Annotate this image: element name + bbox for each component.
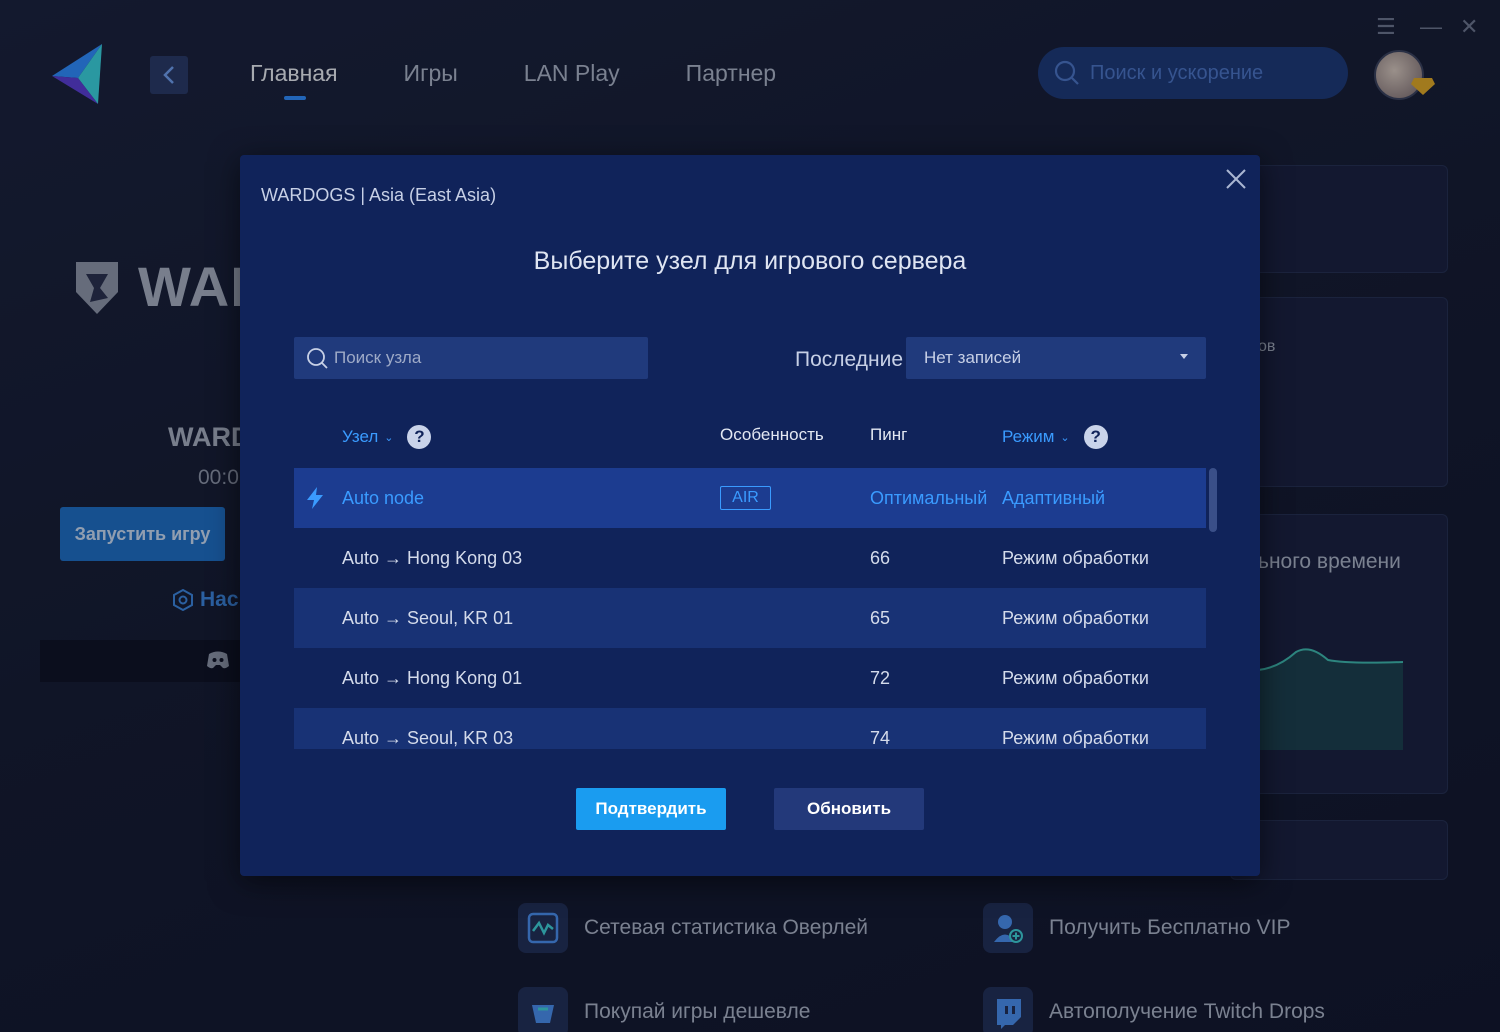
global-search-placeholder: Поиск и ускорение: [1090, 61, 1264, 84]
network-stats-glyph-icon: [527, 912, 559, 944]
chevron-left-icon: [163, 66, 174, 84]
close-icon[interactable]: [1224, 167, 1248, 191]
vip-diamond-icon: [1411, 78, 1435, 95]
feature-twitch-drops[interactable]: Автополучение Twitch Drops: [1049, 1000, 1325, 1024]
column-mode-label: Режим: [1002, 427, 1055, 446]
dialog-subtitle: WARDOGS | Asia (East Asia): [261, 185, 497, 205]
node-row[interactable]: Auto → Seoul, KR 01 65 Режим обработки: [294, 588, 1206, 648]
node-ping: 65: [870, 608, 891, 628]
game-shield-icon: [76, 262, 118, 314]
node-row[interactable]: Auto → Hong Kong 03 66 Режим обработки: [294, 528, 1206, 588]
realtime-label: ьного времени: [1258, 550, 1401, 573]
ping-graph: [1258, 648, 1404, 750]
refresh-button[interactable]: Обновить: [774, 788, 924, 830]
recent-label: Последние: [795, 348, 904, 371]
nav-partner[interactable]: Партнер: [686, 60, 776, 87]
chevron-down-icon: ⌄: [384, 431, 394, 444]
node-ping: 66: [870, 548, 891, 568]
node-name: Auto → Seoul, KR 03: [342, 728, 514, 748]
node-ping: 74: [870, 728, 891, 748]
minimize-icon[interactable]: —: [1420, 14, 1442, 40]
node-row[interactable]: Auto → Hong Kong 01 72 Режим обработки: [294, 648, 1206, 708]
nav-games[interactable]: Игры: [404, 60, 458, 87]
node-mode: Адаптивный: [1002, 488, 1106, 508]
hexagon-settings-icon: [173, 589, 193, 611]
mode-help-icon[interactable]: ?: [1083, 425, 1108, 449]
node-search-input[interactable]: [334, 348, 634, 368]
confirm-button[interactable]: Подтвердить: [576, 788, 726, 830]
search-icon: [1054, 60, 1079, 85]
shopping-glyph-icon: [532, 1005, 554, 1023]
global-search-input[interactable]: Поиск и ускорение: [1038, 47, 1348, 99]
column-mode-sort[interactable]: Режим ⌄ ?: [1002, 425, 1108, 449]
node-ping: Оптимальный: [870, 488, 988, 508]
nav-lan-play[interactable]: LAN Play: [524, 60, 620, 87]
game-logo-text: WAR: [138, 255, 240, 318]
user-add-icon: [994, 915, 1023, 943]
back-button[interactable]: [150, 56, 188, 94]
settings-label: Нас: [200, 588, 239, 611]
node-name: Auto → Hong Kong 03: [342, 548, 523, 568]
node-row[interactable]: Auto → Seoul, KR 03 74 Режим обработки: [294, 708, 1206, 749]
right-card-1: [1230, 165, 1448, 273]
menu-icon[interactable]: ☰: [1376, 14, 1396, 40]
right-card-partial-text: ов: [1258, 338, 1276, 355]
node-help-icon[interactable]: ?: [407, 425, 432, 449]
node-mode: Режим обработки: [1002, 668, 1149, 688]
lightning-icon: [307, 487, 323, 509]
node-ping: 72: [870, 668, 891, 688]
main-nav: Главная Игры LAN Play Партнер: [250, 60, 842, 100]
recent-select-value: Нет записей: [924, 348, 1022, 367]
launch-game-button[interactable]: Запустить игру: [60, 507, 225, 561]
session-timer: 00:0: [198, 466, 239, 489]
twitch-icon[interactable]: [983, 987, 1033, 1032]
node-mode: Режим обработки: [1002, 728, 1149, 748]
twitch-glyph-icon: [997, 999, 1021, 1029]
window-close-icon[interactable]: ✕: [1460, 14, 1478, 40]
column-ping: Пинг: [870, 425, 908, 444]
dialog-title: Выберите узел для игрового сервера: [533, 247, 967, 275]
column-node-label: Узел: [342, 427, 379, 446]
caret-down-icon: [1180, 354, 1188, 359]
node-name: Auto → Seoul, KR 01: [342, 608, 514, 628]
node-row-auto[interactable]: Auto node AIR Оптимальный Адаптивный: [294, 468, 1206, 528]
app-logo-icon: [52, 44, 102, 104]
column-feature: Особенность: [720, 425, 824, 444]
cart-icon[interactable]: [518, 987, 568, 1032]
list-scrollbar[interactable]: [1209, 468, 1217, 532]
recent-select[interactable]: Нет записей: [906, 337, 1206, 379]
node-mode: Режим обработки: [1002, 608, 1149, 628]
network-stats-icon[interactable]: [518, 903, 568, 953]
node-name: Auto → Hong Kong 01: [342, 668, 523, 688]
feature-cheap-games[interactable]: Покупай игры дешевле: [584, 1000, 810, 1024]
node-search-field[interactable]: [294, 337, 648, 379]
discord-icon[interactable]: [206, 650, 230, 670]
chevron-down-icon: ⌄: [1060, 431, 1070, 444]
search-icon: [307, 348, 328, 369]
feature-free-vip[interactable]: Получить Бесплатно VIP: [1049, 916, 1291, 940]
right-card-4: [1230, 820, 1448, 880]
node-list: Auto node AIR Оптимальный Адаптивный Aut…: [294, 468, 1206, 749]
nav-home[interactable]: Главная: [250, 60, 338, 100]
feature-network-stats[interactable]: Сетевая статистика Оверлей: [584, 916, 868, 940]
node-select-dialog: WARDOGS | Asia (East Asia) Выберите узел…: [240, 155, 1260, 876]
node-name: Auto node: [342, 488, 425, 508]
game-name: WARD: [168, 422, 240, 452]
user-vip-icon[interactable]: [983, 903, 1033, 953]
settings-link[interactable]: Нас: [172, 588, 240, 612]
top-bar: Главная Игры LAN Play Партнер Поиск и ус…: [0, 0, 1500, 150]
right-card-2: [1230, 297, 1448, 487]
column-node-sort[interactable]: Узел ⌄ ?: [342, 425, 432, 449]
air-badge: AIR: [720, 486, 771, 510]
node-mode: Режим обработки: [1002, 548, 1149, 568]
